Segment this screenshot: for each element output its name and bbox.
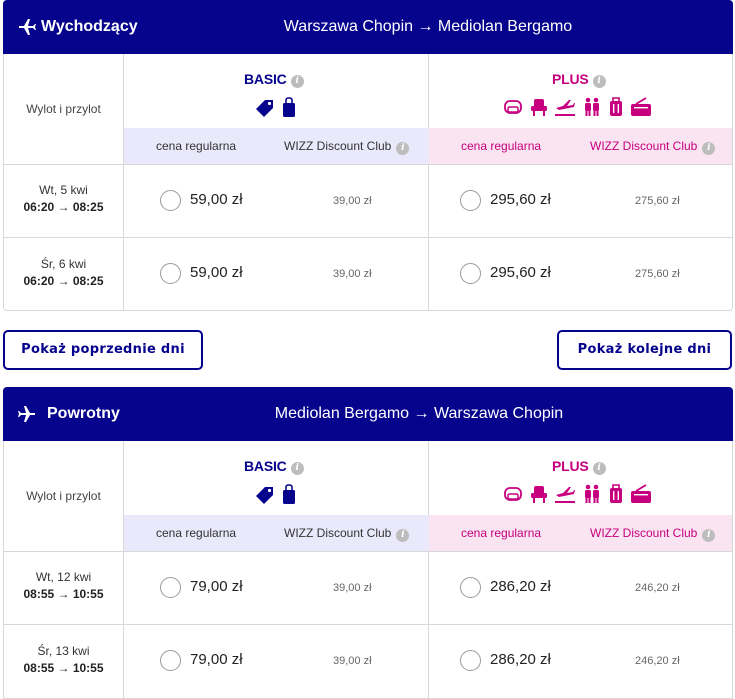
return-section: Powrotny Mediolan Bergamo → Warszawa Cho… xyxy=(3,387,733,699)
basic-club-price: 39,00 zł xyxy=(333,582,372,594)
plus-fare-title: PLUS i xyxy=(552,458,606,475)
info-icon[interactable]: i xyxy=(396,142,410,155)
plus-regular-label: cena regularna xyxy=(461,526,542,540)
trolley-bag-icon xyxy=(610,484,622,503)
next-days-button[interactable]: Pokaż kolejne dni xyxy=(557,330,732,370)
plus-price: 295,60 zł xyxy=(490,264,551,281)
basic-icons xyxy=(254,483,296,505)
basic-fare-title: BASIC i xyxy=(244,458,304,475)
luggage-tag-icon xyxy=(256,487,273,504)
info-icon[interactable]: i xyxy=(396,529,410,542)
outbound-header: Wychodzący Warszawa Chopin → Mediolan Be… xyxy=(3,0,733,54)
small-bag-icon xyxy=(283,484,295,504)
plus-subheader: cena regularna WIZZ Discount Club i xyxy=(429,128,732,164)
outbound-section: Wychodzący Warszawa Chopin → Mediolan Be… xyxy=(3,0,733,311)
plus-club-price: 246,20 zł xyxy=(635,582,680,594)
plus-price: 295,60 zł xyxy=(490,191,551,208)
return-header: Powrotny Mediolan Bergamo → Warszawa Cho… xyxy=(3,387,733,441)
reserved-seat-icon xyxy=(531,99,547,116)
column-label: Wylot i przylot xyxy=(26,489,101,503)
info-icon[interactable]: i xyxy=(702,142,716,155)
info-icon[interactable]: i xyxy=(290,75,304,88)
plane-landing-icon xyxy=(18,406,35,422)
basic-fare-title: BASIC i xyxy=(244,71,304,88)
plus-price: 286,20 zł xyxy=(490,578,551,595)
basic-club-label: WIZZ Discount Club i xyxy=(284,515,410,551)
plus-subheader: cena regularna WIZZ Discount Club i xyxy=(429,515,732,551)
check-in-icon xyxy=(555,100,575,116)
plus-club-price: 275,60 zł xyxy=(635,268,680,280)
basic-regular-label: cena regularna xyxy=(156,526,237,540)
priority-boarding-icon xyxy=(585,484,599,503)
luggage-tag-icon xyxy=(256,100,273,117)
route-label: Warszawa Chopin → Mediolan Bergamo xyxy=(283,18,573,35)
basic-club-price: 39,00 zł xyxy=(333,195,372,207)
trolley-bag-icon xyxy=(610,97,622,116)
fare-table: Wylot i przylot BASIC i PLUS i cena regula… xyxy=(3,54,733,311)
plane-takeoff-icon xyxy=(19,19,36,35)
reserved-seat-icon xyxy=(531,486,547,503)
basic-regular-label: cena regularna xyxy=(156,139,237,153)
basic-price: 79,00 zł xyxy=(190,651,243,668)
seat-icon xyxy=(504,100,522,114)
plus-fare-radio[interactable] xyxy=(460,650,481,671)
basic-icons xyxy=(254,96,296,118)
basic-subheader: cena regularna WIZZ Discount Club i xyxy=(124,515,429,551)
basic-club-price: 39,00 zł xyxy=(333,268,372,280)
basic-club-price: 39,00 zł xyxy=(333,655,372,667)
basic-fare-radio[interactable] xyxy=(160,650,181,671)
basic-price: 59,00 zł xyxy=(190,264,243,281)
plus-fare-radio[interactable] xyxy=(460,190,481,211)
plus-club-label: WIZZ Discount Club i xyxy=(590,515,716,551)
priority-boarding-icon xyxy=(585,97,599,116)
plus-price: 286,20 zł xyxy=(490,651,551,668)
seat-icon xyxy=(504,487,522,501)
flight-date: Śr, 6 kwi 06:20 → 08:25 xyxy=(23,257,104,288)
route-label: Mediolan Bergamo → Warszawa Chopin xyxy=(274,405,564,422)
check-in-icon xyxy=(555,487,575,503)
plus-icons xyxy=(502,96,652,118)
basic-price: 79,00 zł xyxy=(190,578,243,595)
basic-fare-radio[interactable] xyxy=(160,190,181,211)
previous-days-button[interactable]: Pokaż poprzednie dni xyxy=(3,330,203,370)
flight-date: Wt, 5 kwi 06:20 → 08:25 xyxy=(23,183,104,214)
basic-price: 59,00 zł xyxy=(190,191,243,208)
info-icon[interactable]: i xyxy=(290,462,304,475)
basic-subheader: cena regularna WIZZ Discount Club i xyxy=(124,128,429,164)
flight-date: Śr, 13 kwi 08:55 → 10:55 xyxy=(23,644,104,675)
column-label: Wylot i przylot xyxy=(26,102,101,116)
plus-club-label: WIZZ Discount Club i xyxy=(590,128,716,164)
checked-bag-icon xyxy=(631,97,651,116)
plus-icons xyxy=(502,483,652,505)
plus-regular-label: cena regularna xyxy=(461,139,542,153)
checked-bag-icon xyxy=(631,484,651,503)
basic-fare-radio[interactable] xyxy=(160,577,181,598)
info-icon[interactable]: i xyxy=(702,529,716,542)
plus-fare-title: PLUS i xyxy=(552,71,606,88)
plus-club-price: 275,60 zł xyxy=(635,195,680,207)
plus-fare-radio[interactable] xyxy=(460,577,481,598)
plus-fare-radio[interactable] xyxy=(460,263,481,284)
basic-club-label: WIZZ Discount Club i xyxy=(284,128,410,164)
flight-date: Wt, 12 kwi 08:55 → 10:55 xyxy=(23,570,104,601)
basic-fare-radio[interactable] xyxy=(160,263,181,284)
info-icon[interactable]: i xyxy=(592,462,606,475)
small-bag-icon xyxy=(283,97,295,117)
plus-club-price: 246,20 zł xyxy=(635,655,680,667)
fare-table: Wylot i przylot BASIC i PLUS i cena regula… xyxy=(3,441,733,699)
info-icon[interactable]: i xyxy=(592,75,606,88)
